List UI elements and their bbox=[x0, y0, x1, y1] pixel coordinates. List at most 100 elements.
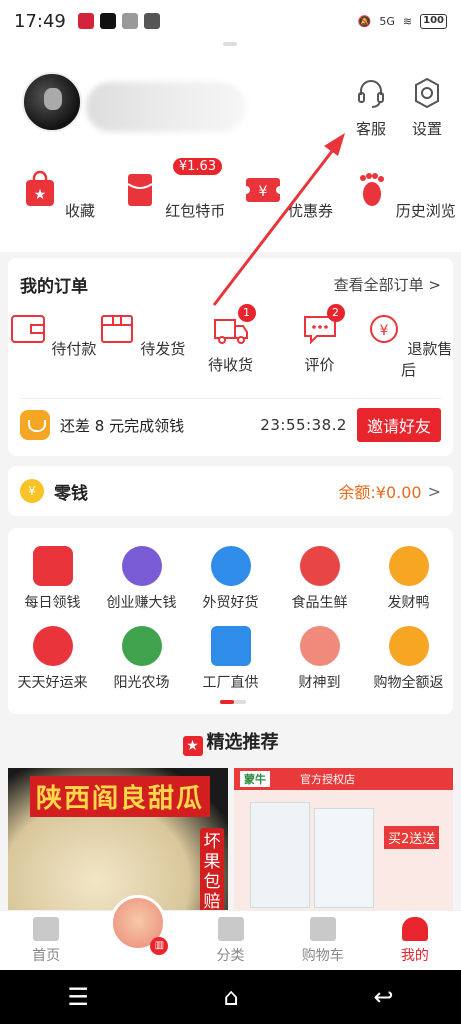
order-label: 待收货 bbox=[207, 356, 253, 374]
service-fortune-god[interactable]: 财神到 bbox=[275, 620, 364, 700]
service-fresh-food[interactable]: 食品生鲜 bbox=[275, 540, 364, 620]
product-store: 官方授权店 bbox=[300, 773, 355, 786]
red-envelope-icon bbox=[127, 174, 154, 206]
divider bbox=[20, 398, 441, 399]
milk-box-image bbox=[250, 802, 310, 908]
order-review[interactable]: 2 评价 bbox=[275, 304, 364, 380]
notification-icon bbox=[121, 13, 138, 29]
drag-handle bbox=[223, 42, 237, 46]
order-refund[interactable]: ¥ 退款售后 bbox=[364, 312, 453, 380]
customer-service-button[interactable]: 客服 bbox=[346, 76, 396, 139]
review-count-badge: 2 bbox=[326, 304, 345, 322]
category-icon bbox=[217, 917, 244, 941]
apple-discount-icon bbox=[299, 546, 340, 586]
invite-friends-button[interactable]: 邀请好友 bbox=[356, 408, 441, 442]
wallet-balance: 余额:¥0.00 bbox=[338, 483, 422, 502]
view-all-orders-link[interactable]: 查看全部订单 > bbox=[334, 274, 441, 295]
service-daily-cash[interactable]: 每日领钱 bbox=[8, 540, 97, 620]
quick-coupons[interactable]: ¥ 优惠券 bbox=[231, 170, 346, 221]
coupon-icon: ¥ bbox=[242, 178, 285, 202]
battery-icon: 100 bbox=[420, 13, 447, 29]
favorites-bag-icon: ★ bbox=[26, 170, 55, 206]
service-startup[interactable]: 创业赚大钱 bbox=[97, 540, 186, 620]
warehouse-icon bbox=[210, 626, 251, 666]
quick-label: 历史浏览 bbox=[395, 202, 456, 220]
service-label: 食品生鲜 bbox=[291, 595, 348, 611]
order-label: 退款售后 bbox=[400, 340, 453, 379]
invite-row: 还差 8 元完成领钱 23:55:38.2 邀请好友 bbox=[20, 408, 441, 442]
service-good-luck[interactable]: 天天好运来 bbox=[8, 620, 97, 700]
quick-label: 优惠券 bbox=[288, 202, 334, 220]
tab-featured[interactable]: ▥ bbox=[92, 895, 184, 970]
avatar[interactable] bbox=[22, 72, 82, 132]
avatar-girl-icon bbox=[121, 546, 162, 586]
footprint-icon bbox=[359, 173, 384, 206]
service-lucky-duck[interactable]: 发财鸭 bbox=[364, 540, 453, 620]
service-label: 阳光农场 bbox=[113, 675, 170, 691]
wallet-red-icon bbox=[32, 546, 73, 586]
invite-text: 还差 8 元完成领钱 bbox=[60, 416, 185, 435]
order-label: 待付款 bbox=[51, 340, 97, 358]
svg-text:★: ★ bbox=[34, 187, 47, 203]
service-label: 外贸好货 bbox=[202, 595, 259, 611]
wallet-icon bbox=[10, 315, 45, 343]
cash-bag-icon bbox=[20, 410, 50, 440]
cart-icon bbox=[309, 917, 336, 941]
status-bar: 17:49 🔕 5G ≋ 100 bbox=[0, 0, 461, 42]
service-factory-direct[interactable]: 工厂直供 bbox=[186, 620, 275, 700]
service-sunshine-farm[interactable]: 阳光农场 bbox=[97, 620, 186, 700]
customer-service-label: 客服 bbox=[355, 120, 386, 138]
fortune-god-icon bbox=[299, 626, 340, 666]
tab-home[interactable]: 首页 bbox=[0, 911, 92, 970]
service-label: 创业赚大钱 bbox=[106, 595, 177, 611]
order-pending-receipt[interactable]: 1 待收货 bbox=[186, 304, 275, 380]
home-icon bbox=[33, 917, 60, 941]
product-title: 陕西阎良甜瓜 bbox=[30, 776, 211, 817]
wallet-card[interactable]: ¥ 零钱 余额:¥0.00 > bbox=[8, 466, 453, 516]
product-card-milk[interactable]: 蒙牛 官方授权店 买2送送 bbox=[234, 768, 453, 910]
product-tag: 坏果包赔 bbox=[200, 828, 224, 910]
quick-label: 收藏 bbox=[65, 202, 96, 220]
menu-icon[interactable]: ☰ bbox=[67, 983, 89, 1011]
service-label: 天天好运来 bbox=[17, 675, 88, 691]
profile-header: 客服 设置 ★ 收藏 ¥1.63 红包特币 ¥ 优惠券 历史浏览 bbox=[0, 42, 461, 252]
service-foreign-trade[interactable]: 外贸好货 bbox=[186, 540, 275, 620]
service-label: 财神到 bbox=[298, 675, 341, 691]
quick-label: 红包特币 bbox=[165, 202, 226, 220]
tab-label: 购物车 bbox=[301, 948, 344, 964]
wifi-icon: ≋ bbox=[402, 14, 413, 28]
recommend-header: ★ 精选推荐 bbox=[0, 728, 461, 756]
tiktok-notification-icon bbox=[99, 13, 116, 29]
service-full-rebate[interactable]: 购物全额返 bbox=[364, 620, 453, 700]
quick-history[interactable]: 历史浏览 bbox=[346, 170, 461, 221]
tab-cart[interactable]: 购物车 bbox=[277, 911, 369, 970]
status-time: 17:49 bbox=[14, 10, 66, 32]
invite-countdown: 23:55:38.2 bbox=[260, 416, 347, 434]
wallet-title: 零钱 bbox=[54, 483, 88, 504]
svg-text:¥: ¥ bbox=[259, 184, 268, 200]
prize-badge-icon bbox=[32, 626, 73, 666]
product-card-melon[interactable]: 陕西阎良甜瓜 坏果包赔 bbox=[8, 768, 228, 910]
tab-category[interactable]: 分类 bbox=[184, 911, 276, 970]
order-pending-payment[interactable]: 待付款 bbox=[8, 312, 97, 380]
package-icon bbox=[100, 315, 133, 343]
back-icon[interactable]: ↩ bbox=[374, 983, 394, 1011]
home-nav-icon[interactable]: ⌂ bbox=[224, 983, 239, 1011]
quick-red-envelope[interactable]: ¥1.63 红包特币 bbox=[115, 158, 230, 221]
globe-plane-icon bbox=[210, 546, 251, 586]
settings-button[interactable]: 设置 bbox=[402, 76, 452, 139]
duck-icon bbox=[388, 546, 429, 586]
app-notification-icon bbox=[77, 13, 94, 29]
orders-card: 我的订单 查看全部订单 > 待付款 待发货 1 待收货 2 评价 ¥ 退款售后 … bbox=[8, 258, 453, 456]
tab-label: 首页 bbox=[32, 948, 61, 964]
milk-box-image bbox=[314, 808, 374, 908]
settings-label: 设置 bbox=[411, 120, 442, 138]
tab-mine[interactable]: 我的 bbox=[369, 911, 461, 970]
tab-label: 我的 bbox=[400, 948, 429, 964]
order-pending-shipment[interactable]: 待发货 bbox=[97, 312, 186, 380]
recommend-title: 精选推荐 bbox=[206, 732, 279, 753]
signal-label: 5G bbox=[379, 14, 395, 28]
quick-favorites[interactable]: ★ 收藏 bbox=[0, 170, 115, 221]
product-banner: 蒙牛 官方授权店 bbox=[234, 768, 453, 790]
service-label: 购物全额返 bbox=[373, 675, 444, 691]
